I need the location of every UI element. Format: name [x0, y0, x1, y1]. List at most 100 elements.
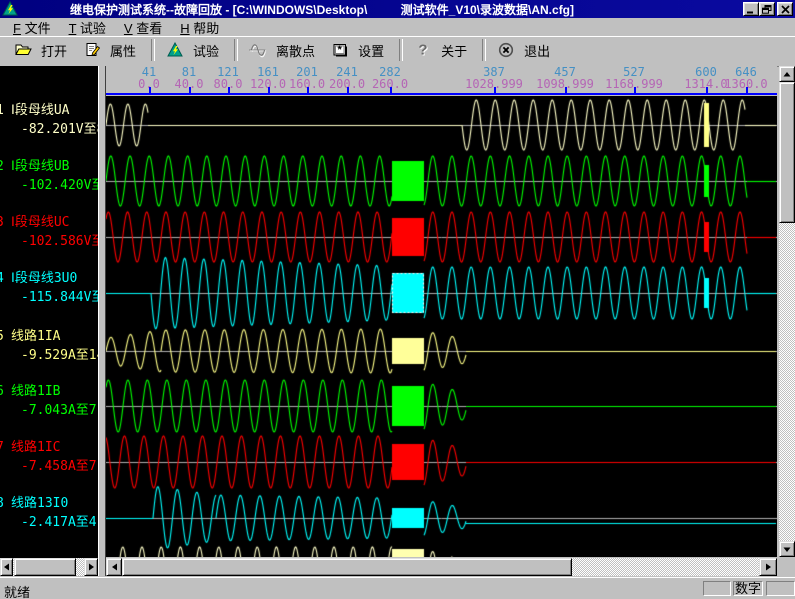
- toolbar-separator: [151, 39, 155, 61]
- toolbar: 打开 属性 试验 离散点 * 设置?? 关于 退出: [0, 36, 795, 63]
- channel-range-3: -102.586V至: [21, 234, 98, 249]
- menu-item-help[interactable]: H 帮助: [171, 17, 228, 38]
- app-window: 继电保护测试系统--故障回放 - [C:\WINDOWS\Desktop\ 测试…: [0, 0, 795, 599]
- toolbar-button-label: 属性: [110, 41, 136, 60]
- close-button[interactable]: [777, 2, 793, 16]
- channel-number-3: 3: [0, 215, 4, 230]
- left-panel-scroll-thumb[interactable]: [14, 558, 76, 576]
- channel-range-1: -82.201V至8: [21, 122, 98, 137]
- waveform-hscrollbar[interactable]: [106, 558, 777, 576]
- ruler-tick: [565, 87, 567, 93]
- waveform-scroll-right-button[interactable]: [759, 558, 777, 576]
- toolbar-button-properties[interactable]: 属性: [77, 39, 146, 61]
- vertical-scrollbar[interactable]: [779, 66, 795, 557]
- status-panel-2: [766, 581, 795, 596]
- arrow-up-icon: [783, 71, 791, 78]
- window-controls: [743, 2, 793, 16]
- ruler-baseline: [106, 93, 777, 95]
- status-ready-text: 就绪: [4, 582, 30, 599]
- menu-item-view[interactable]: V 查看: [115, 17, 171, 38]
- status-panel-1: [703, 581, 731, 596]
- left-panel-scroll-left-button[interactable]: [0, 558, 13, 576]
- ruler-tick: [390, 87, 392, 93]
- waveform-canvas[interactable]: [106, 96, 777, 557]
- svg-text:?: ?: [418, 42, 427, 58]
- discrete-points-icon: [249, 41, 267, 59]
- toolbar-button-label: 试验: [193, 41, 219, 60]
- channel-name-8[interactable]: 线路13I0: [11, 496, 68, 511]
- channel-number-5: 5: [0, 329, 4, 344]
- left-panel-scroll-right-button[interactable]: [84, 558, 98, 576]
- ruler-time-value: 1360.0: [701, 78, 777, 90]
- properties-icon: [83, 41, 101, 59]
- menu-item-file[interactable]: F 文件: [4, 17, 60, 38]
- open-folder-icon: [14, 41, 32, 59]
- scroll-down-button[interactable]: [779, 541, 795, 557]
- app-lightning-icon: [2, 1, 18, 17]
- settings-icon: *: [331, 41, 349, 59]
- ruler-mark-646: 6461360.0: [701, 66, 777, 90]
- restore-button[interactable]: [759, 2, 775, 16]
- channel-number-4: 4: [0, 271, 4, 286]
- svg-text:*: *: [337, 44, 342, 56]
- channel-name-2[interactable]: Ⅰ段母线UB: [11, 159, 70, 174]
- ruler-tick: [634, 87, 636, 93]
- panel-splitter[interactable]: [98, 66, 106, 576]
- arrow-down-icon: [783, 546, 791, 553]
- channel-range-2: -102.420V至: [21, 178, 98, 193]
- arrow-left-icon: [111, 563, 118, 571]
- toolbar-button-test[interactable]: 试验: [160, 39, 229, 61]
- ruler-tick: [494, 87, 496, 93]
- vertical-scroll-thumb[interactable]: [779, 82, 795, 223]
- waveform-scroll-thumb[interactable]: [122, 558, 572, 576]
- window-title: 继电保护测试系统--故障回放 - [C:\WINDOWS\Desktop\ 测试…: [70, 1, 743, 18]
- channel-number-2: 2: [0, 159, 4, 174]
- toolbar-separator: [234, 39, 238, 61]
- toolbar-button-open[interactable]: 打开: [8, 39, 77, 61]
- toolbar-button-label: 设置: [358, 41, 384, 60]
- exit-icon: [497, 41, 515, 59]
- toolbar-button-exit[interactable]: 退出: [491, 39, 560, 61]
- toolbar-button-label: 离散点: [276, 41, 315, 60]
- arrow-left-icon: [3, 563, 10, 571]
- channel-range-5: -9.529A至14: [21, 348, 98, 363]
- minimize-button[interactable]: [743, 2, 759, 16]
- channel-range-8: -2.417A至4.: [21, 515, 98, 530]
- channel-name-4[interactable]: Ⅰ段母线3U0: [11, 271, 77, 286]
- status-panel-numeric: 数字: [733, 581, 763, 596]
- toolbar-button-label: 关于: [441, 41, 467, 60]
- channel-label-panel: 1Ⅰ段母线UA-82.201V至82Ⅰ段母线UB-102.420V至3Ⅰ段母线U…: [0, 66, 98, 558]
- channel-name-7[interactable]: 线路1IC: [11, 440, 60, 455]
- title-bar[interactable]: 继电保护测试系统--故障回放 - [C:\WINDOWS\Desktop\ 测试…: [0, 0, 795, 18]
- channel-name-6[interactable]: 线路1IB: [11, 384, 60, 399]
- toolbar-separator: [399, 39, 403, 61]
- scroll-up-button[interactable]: [779, 66, 795, 82]
- menu-bar: F 文件T 试验V 查看H 帮助: [0, 18, 795, 36]
- channel-name-3[interactable]: Ⅰ段母线UC: [11, 215, 70, 230]
- waveform-scroll-left-button[interactable]: [106, 558, 122, 576]
- toolbar-button-about[interactable]: ?? 关于: [408, 39, 477, 61]
- about-icon: ??: [414, 41, 432, 59]
- test-lightning-icon: [166, 41, 184, 59]
- scrollbar-corner: [777, 558, 795, 576]
- toolbar-button-label: 退出: [524, 41, 550, 60]
- channel-range-4: -115.844V至: [21, 290, 98, 305]
- toolbar-button-discrete-points[interactable]: 离散点: [243, 39, 325, 61]
- channel-number-6: 6: [0, 384, 4, 399]
- channel-range-6: -7.043A至7.: [21, 403, 98, 418]
- channel-name-5[interactable]: 线路1IA: [11, 329, 60, 344]
- toolbar-button-label: 打开: [41, 41, 67, 60]
- toolbar-separator: [482, 39, 486, 61]
- channel-range-7: -7.458A至7.: [21, 459, 98, 474]
- time-ruler[interactable]: 410.08140.012180.0161120.0201160.0241200…: [106, 66, 777, 96]
- toolbar-button-settings[interactable]: * 设置: [325, 39, 394, 61]
- left-panel-hscrollbar[interactable]: [0, 558, 98, 576]
- ruler-tick: [746, 87, 748, 93]
- status-bar: 就绪 数字: [0, 577, 795, 599]
- arrow-right-icon: [88, 563, 95, 571]
- channel-name-1[interactable]: Ⅰ段母线UA: [11, 103, 70, 118]
- arrow-right-icon: [765, 563, 772, 571]
- channel-number-8: 8: [0, 496, 4, 511]
- channel-number-7: 7: [0, 440, 4, 455]
- menu-item-test[interactable]: T 试验: [60, 17, 115, 38]
